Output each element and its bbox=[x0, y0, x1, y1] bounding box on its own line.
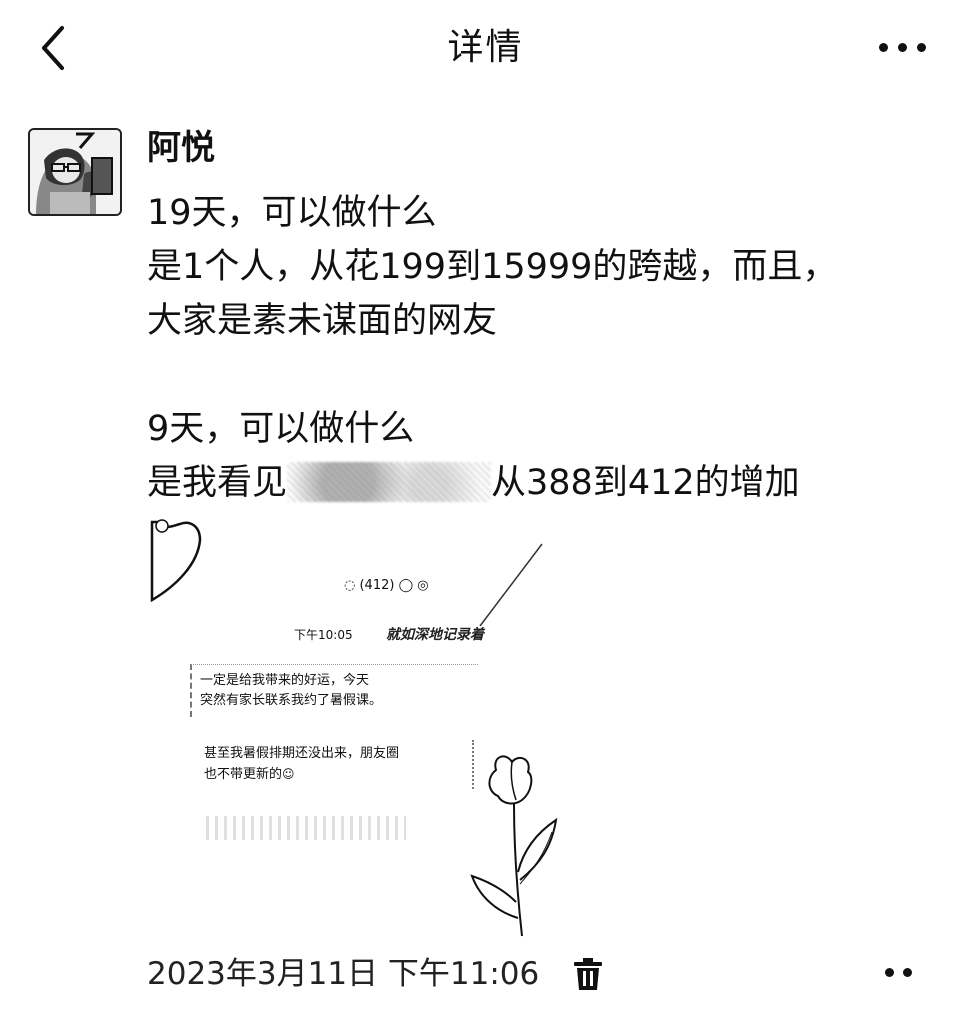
blurred-area bbox=[206, 816, 406, 840]
post-line: 19天，可以做什么 bbox=[147, 193, 437, 233]
post-line-prefix: 是我看见 bbox=[147, 463, 288, 503]
post-timestamp: 2023年3月11日 下午11:06 bbox=[147, 956, 540, 992]
tulip-doodle-icon bbox=[470, 755, 558, 937]
chat-bubble: 甚至我暑假排期还没出来，朋友圈 也不带更新的☺ bbox=[198, 740, 474, 789]
comment-like-button[interactable] bbox=[885, 958, 919, 988]
post-author[interactable]: 阿悦 bbox=[147, 124, 215, 172]
emoji-icon: ☺ bbox=[282, 767, 295, 781]
chat-time: 下午10:05 bbox=[294, 628, 353, 642]
post-line: 大家是素未谋面的网友 bbox=[147, 301, 498, 341]
post-text: 19天，可以做什么 是1个人，从花199到15999的跨越，而且， 大家是素未谋… bbox=[147, 186, 947, 510]
post-line: 是1个人，从花199到15999的跨越，而且， bbox=[147, 247, 838, 287]
top-bar: 详情 bbox=[0, 0, 971, 96]
heart-doodle-icon bbox=[150, 519, 202, 603]
post-line: 是我看见 从388到412的增加 bbox=[147, 456, 947, 510]
chat-bubble: 一定是给我带来的好运，今天 突然有家长联系我约了暑假课。 bbox=[190, 664, 478, 717]
post-image[interactable]: ◌ (412) ◯ ◎ 下午10:05 就如深地记录着 一定是给我带来的好运，今… bbox=[146, 516, 562, 940]
chat-bubble-line: 一定是给我带来的好运，今天 bbox=[200, 673, 370, 688]
more-horizontal-icon bbox=[879, 43, 926, 52]
delete-button[interactable] bbox=[572, 956, 604, 992]
trash-icon bbox=[574, 958, 602, 990]
more-button[interactable] bbox=[879, 32, 935, 62]
page-title: 详情 bbox=[447, 27, 524, 68]
post-line-suffix: 从388到412的增加 bbox=[491, 463, 800, 503]
more-dots-icon bbox=[885, 968, 912, 977]
diagonal-stroke bbox=[479, 543, 543, 627]
post-line: 9天，可以做什么 bbox=[147, 409, 415, 449]
chat-contact-name: ◌ (412) ◯ ◎ bbox=[344, 578, 429, 593]
avatar[interactable] bbox=[28, 128, 122, 216]
chat-bubble-line: 突然有家长联系我约了暑假课。 bbox=[200, 693, 383, 708]
chat-bubble-line: 甚至我暑假排期还没出来，朋友圈 bbox=[204, 746, 400, 761]
chat-bubble-line: 也不带更新的☺ bbox=[204, 767, 295, 782]
handwritten-caption: 就如深地记录着 bbox=[386, 627, 484, 643]
avatar-image bbox=[30, 130, 120, 214]
redacted-text bbox=[287, 462, 492, 502]
